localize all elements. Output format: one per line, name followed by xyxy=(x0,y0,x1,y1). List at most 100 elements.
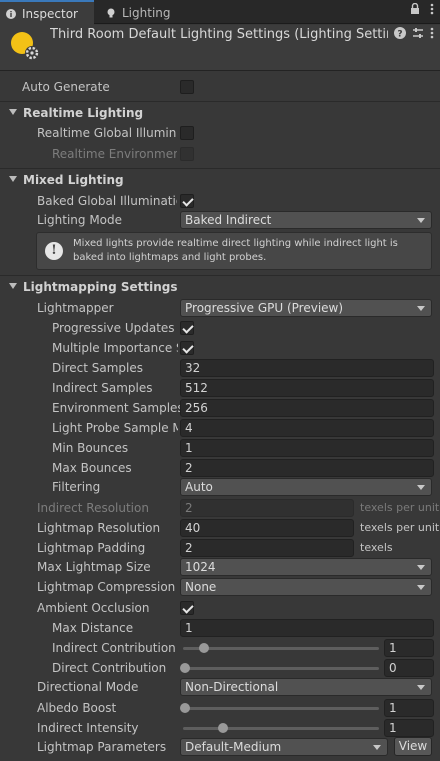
unit-label: texels xyxy=(360,541,393,554)
lighting-mode-label: Lighting Mode xyxy=(37,213,123,227)
slider-handle[interactable] xyxy=(180,663,190,673)
filtering-row: Filtering Auto xyxy=(0,477,440,497)
direct-contribution-field[interactable]: 0 xyxy=(384,659,434,677)
slider-handle[interactable] xyxy=(218,723,228,733)
lightmap-resolution-row: Lightmap Resolution 40 texels per unit xyxy=(0,518,440,538)
auto-generate-checkbox[interactable] xyxy=(180,80,194,94)
indirect-intensity-field[interactable]: 1 xyxy=(384,719,434,737)
lightmap-parameters-dropdown[interactable]: Default-Medium xyxy=(180,738,388,756)
tab-bar: Inspector Lighting xyxy=(0,0,440,25)
realtime-gi-checkbox[interactable] xyxy=(180,126,194,140)
min-bounces-row: Min Bounces 1 xyxy=(0,438,440,458)
section-mixed-lighting[interactable]: Mixed Lighting xyxy=(0,170,440,192)
baked-gi-checkbox[interactable] xyxy=(180,194,194,208)
progressive-updates-row: Progressive Updates xyxy=(0,318,440,338)
indirect-contribution-slider[interactable] xyxy=(183,647,379,650)
baked-gi-row: Baked Global Illumination xyxy=(0,191,440,211)
section-realtime-lighting[interactable]: Realtime Lighting xyxy=(0,103,440,125)
direct-contribution-slider[interactable] xyxy=(183,667,379,670)
indirect-samples-field[interactable]: 512 xyxy=(180,379,434,397)
lightmapper-label: Lightmapper xyxy=(37,301,114,315)
chevron-down-icon xyxy=(417,306,425,311)
directional-mode-label: Directional Mode xyxy=(37,680,139,694)
foldout-arrow-icon xyxy=(9,283,17,289)
realtime-gi-row: Realtime Global Illumination xyxy=(0,123,440,143)
lighting-mode-value: Baked Indirect xyxy=(185,213,272,227)
lightmapper-value: Progressive GPU (Preview) xyxy=(185,301,344,315)
lightmap-padding-field[interactable]: 2 xyxy=(180,539,354,557)
lightmap-compression-row: Lightmap Compression None xyxy=(0,577,440,597)
albedo-boost-field[interactable]: 1 xyxy=(384,699,434,717)
tab-inspector-label: Inspector xyxy=(22,6,78,21)
mis-row: Multiple Importance Sampling xyxy=(0,338,440,358)
tab-inspector[interactable]: Inspector xyxy=(0,0,94,25)
filtering-label: Filtering xyxy=(52,480,101,494)
progressive-updates-checkbox[interactable] xyxy=(180,321,194,335)
tab-lighting-label: Lighting xyxy=(122,6,171,20)
indirect-resolution-field: 2 xyxy=(180,499,354,517)
ambient-occlusion-checkbox[interactable] xyxy=(180,601,194,615)
indirect-intensity-slider[interactable] xyxy=(183,727,379,730)
more-options-icon[interactable] xyxy=(430,3,434,15)
divider xyxy=(0,275,440,276)
section-lightmapping-settings[interactable]: Lightmapping Settings xyxy=(0,277,440,299)
slider-handle[interactable] xyxy=(199,643,209,653)
lightmap-parameters-row: Lightmap Parameters Default-Medium View xyxy=(0,737,440,757)
albedo-boost-slider[interactable] xyxy=(183,707,379,710)
slider-handle[interactable] xyxy=(180,703,190,713)
section-title: Lightmapping Settings xyxy=(23,280,178,294)
lighting-settings-icon xyxy=(11,32,39,60)
min-bounces-field[interactable]: 1 xyxy=(180,439,434,457)
realtime-environment-label: Realtime Environment Lighting xyxy=(52,147,177,161)
lightmapper-dropdown[interactable]: Progressive GPU (Preview) xyxy=(180,299,432,317)
tab-lighting[interactable]: Lighting xyxy=(100,2,190,24)
lightmap-resolution-field[interactable]: 40 xyxy=(180,519,354,537)
directional-mode-dropdown[interactable]: Non-Directional xyxy=(180,678,432,696)
indirect-resolution-row: Indirect Resolution 2 texels per unit xyxy=(0,498,440,518)
probe-multiplier-field[interactable]: 4 xyxy=(180,419,434,437)
indirect-samples-label: Indirect Samples xyxy=(52,381,153,395)
mis-label: Multiple Importance Sampling xyxy=(52,341,178,355)
realtime-environment-checkbox xyxy=(180,147,194,161)
chevron-down-icon xyxy=(417,685,425,690)
unit-label: texels per unit xyxy=(360,501,440,514)
info-icon xyxy=(6,8,16,19)
indirect-contribution-field[interactable]: 1 xyxy=(384,639,434,657)
max-lightmap-size-dropdown[interactable]: 1024 xyxy=(180,558,432,576)
lighting-mode-dropdown[interactable]: Baked Indirect xyxy=(180,211,432,229)
lightmapper-row: Lightmapper Progressive GPU (Preview) xyxy=(0,298,440,318)
max-lightmap-size-row: Max Lightmap Size 1024 xyxy=(0,557,440,577)
view-button[interactable]: View xyxy=(394,737,432,756)
direct-samples-field[interactable]: 32 xyxy=(180,359,434,377)
context-menu-icon[interactable] xyxy=(430,27,434,39)
indirect-intensity-label: Indirect Intensity xyxy=(37,721,139,735)
lightmap-compression-value: None xyxy=(185,580,217,594)
mixed-lighting-help-box: ! Mixed lights provide realtime direct l… xyxy=(36,232,432,270)
progressive-updates-label: Progressive Updates xyxy=(52,321,175,335)
ambient-occlusion-row: Ambient Occlusion xyxy=(0,598,440,618)
mis-checkbox[interactable] xyxy=(180,341,194,355)
lock-icon[interactable] xyxy=(410,3,420,15)
section-title: Realtime Lighting xyxy=(23,106,144,120)
realtime-gi-label: Realtime Global Illumination xyxy=(37,126,177,140)
directional-mode-value: Non-Directional xyxy=(185,680,279,694)
max-distance-field[interactable]: 1 xyxy=(180,619,434,637)
max-distance-label: Max Distance xyxy=(52,621,134,635)
presets-icon[interactable] xyxy=(412,27,424,39)
ambient-occlusion-label: Ambient Occlusion xyxy=(37,601,150,615)
direct-contribution-row: Direct Contribution 0 xyxy=(0,658,440,678)
min-bounces-label: Min Bounces xyxy=(52,441,129,455)
environment-samples-label: Environment Samples xyxy=(52,401,184,415)
filtering-dropdown[interactable]: Auto xyxy=(180,478,432,496)
help-icon[interactable]: ? xyxy=(394,27,406,39)
svg-text:?: ? xyxy=(397,30,402,40)
max-bounces-field[interactable]: 2 xyxy=(180,459,434,477)
lightmap-compression-dropdown[interactable]: None xyxy=(180,578,432,596)
environment-samples-field[interactable]: 256 xyxy=(180,399,434,417)
chevron-down-icon xyxy=(417,585,425,590)
foldout-arrow-icon xyxy=(9,109,17,115)
directional-mode-row: Directional Mode Non-Directional xyxy=(0,677,440,697)
inspector-header: Third Room Default Lighting Settings (Li… xyxy=(0,25,440,71)
auto-generate-row: Auto Generate xyxy=(0,77,440,97)
lightmap-resolution-label: Lightmap Resolution xyxy=(37,521,161,535)
